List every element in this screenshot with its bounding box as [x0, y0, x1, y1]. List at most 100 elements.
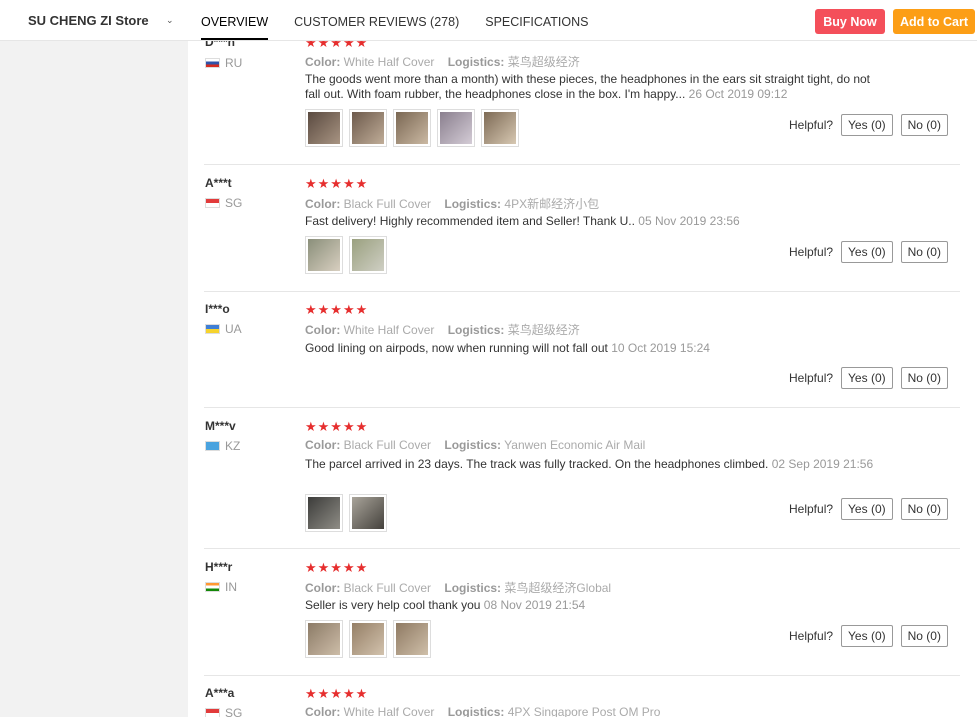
review-photo-thumbnail[interactable]: [349, 620, 387, 658]
helpful-yes-button[interactable]: Yes (0): [841, 498, 893, 520]
reviewer-country: SG: [205, 706, 242, 717]
chevron-down-icon[interactable]: ⌄: [166, 15, 174, 26]
review-photo-thumbnail[interactable]: [349, 236, 387, 274]
review-photo-thumbnail[interactable]: [305, 620, 343, 658]
review-text: Fast delivery! Highly recommended item a…: [305, 214, 880, 229]
store-name[interactable]: SU CHENG ZI Store: [28, 13, 149, 28]
left-sidebar-blank: [0, 41, 188, 717]
color-value: White Half Cover: [343, 705, 435, 717]
helpful-no-button[interactable]: No (0): [900, 241, 948, 263]
review-date: 05 Nov 2019 23:56: [638, 214, 740, 228]
reviewer-name: A***a: [205, 686, 235, 700]
tab-customer-reviews[interactable]: CUSTOMER REVIEWS (278): [294, 0, 459, 40]
flag-sg-icon: [205, 198, 220, 208]
review-divider: [204, 548, 960, 549]
helpful-votes: Helpful? Yes (0) No (0): [789, 114, 956, 136]
review-photo-thumbnail[interactable]: [481, 109, 519, 147]
review-body: Seller is very help cool thank you: [305, 598, 481, 612]
review-photos: [305, 620, 437, 658]
review-divider: [204, 164, 960, 165]
reviewer-name: A***t: [205, 176, 232, 190]
helpful-yes-button[interactable]: Yes (0): [841, 367, 893, 389]
color-value: Black Full Cover: [343, 197, 432, 211]
flag-in-icon: [205, 582, 220, 592]
helpful-no-button[interactable]: No (0): [900, 498, 948, 520]
review-photos: [305, 109, 525, 147]
review-photo-thumbnail[interactable]: [349, 494, 387, 532]
review-text: The goods went more than a month) with t…: [305, 72, 880, 102]
review-date: 26 Oct 2019 09:12: [688, 87, 788, 101]
helpful-yes-button[interactable]: Yes (0): [841, 114, 893, 136]
review-attributes: Color: Black Full Cover Logistics: 4PX新邮…: [305, 195, 599, 212]
review-photo-thumbnail[interactable]: [437, 109, 475, 147]
color-value: Black Full Cover: [343, 581, 432, 595]
review-photo-thumbnail[interactable]: [305, 494, 343, 532]
flag-ua-icon: [205, 324, 220, 334]
helpful-votes: Helpful? Yes (0) No (0): [789, 367, 956, 389]
helpful-yes-button[interactable]: Yes (0): [841, 241, 893, 263]
review-photos: [305, 494, 393, 532]
country-code: KZ: [225, 439, 241, 453]
review-attributes: Color: Black Full Cover Logistics: 菜鸟超级经…: [305, 579, 611, 596]
product-tabs: OVERVIEW CUSTOMER REVIEWS (278) SPECIFIC…: [201, 0, 615, 40]
country-code: RU: [225, 56, 243, 70]
add-to-cart-button[interactable]: Add to Cart: [893, 9, 975, 34]
country-code: SG: [225, 706, 243, 717]
tab-overview[interactable]: OVERVIEW: [201, 0, 269, 40]
country-code: SG: [225, 196, 243, 210]
review-photo-thumbnail[interactable]: [305, 109, 343, 147]
review-divider: [204, 291, 960, 292]
color-label: Color:: [305, 323, 341, 337]
reviewer-country: UA: [205, 322, 242, 336]
color-label: Color:: [305, 581, 341, 595]
country-code: IN: [225, 580, 237, 594]
color-label: Color:: [305, 55, 341, 69]
buy-now-button[interactable]: Buy Now: [815, 9, 885, 34]
review-text: Seller is very help cool thank you 08 No…: [305, 598, 880, 613]
reviewer-name: I***o: [205, 302, 230, 316]
star-rating: ★★★★★: [305, 686, 369, 701]
reviewer-name: M***v: [205, 419, 236, 433]
helpful-no-button[interactable]: No (0): [900, 625, 948, 647]
helpful-yes-button[interactable]: Yes (0): [841, 625, 893, 647]
star-rating: ★★★★★: [305, 560, 369, 575]
review-photo-thumbnail[interactable]: [393, 620, 431, 658]
star-rating: ★★★★★: [305, 176, 369, 191]
helpful-votes: Helpful? Yes (0) No (0): [789, 625, 956, 647]
helpful-no-button[interactable]: No (0): [900, 114, 948, 136]
logistics-value: 菜鸟超级经济: [507, 55, 580, 69]
review-divider: [204, 407, 960, 408]
star-rating: ★★★★★: [305, 419, 369, 434]
logistics-label: Logistics:: [444, 581, 502, 595]
reviewer-name: H***r: [205, 560, 233, 574]
review-photo-thumbnail[interactable]: [393, 109, 431, 147]
review-date: 08 Nov 2019 21:54: [483, 598, 586, 612]
flag-ru-icon: [205, 58, 220, 68]
color-value: White Half Cover: [343, 323, 435, 337]
review-attributes: Color: Black Full Cover Logistics: Yanwe…: [305, 438, 645, 452]
helpful-label: Helpful?: [789, 629, 834, 643]
review-body: Fast delivery! Highly recommended item a…: [305, 214, 635, 228]
helpful-no-button[interactable]: No (0): [900, 367, 948, 389]
logistics-value: 4PX Singapore Post OM Pro: [507, 705, 661, 717]
review-date: 02 Sep 2019 21:56: [771, 457, 874, 471]
reviewer-name: D***n: [205, 41, 236, 49]
review-photo-thumbnail[interactable]: [305, 236, 343, 274]
star-rating: ★★★★★: [305, 41, 369, 50]
review-date: 10 Oct 2019 15:24: [611, 341, 710, 355]
review-photos: [305, 236, 393, 274]
logistics-value: 4PX新邮经济小包: [504, 197, 600, 211]
top-navigation-bar: SU CHENG ZI Store ⌄ OVERVIEW CUSTOMER RE…: [0, 0, 977, 41]
logistics-label: Logistics:: [444, 438, 502, 452]
review-attributes: Color: White Half Cover Logistics: 4PX S…: [305, 705, 660, 717]
tab-specifications[interactable]: SPECIFICATIONS: [485, 0, 588, 40]
country-code: UA: [225, 322, 242, 336]
review-photo-thumbnail[interactable]: [349, 109, 387, 147]
review-text: The parcel arrived in 23 days. The track…: [305, 457, 880, 472]
store-selector[interactable]: SU CHENG ZI Store ⌄: [0, 0, 188, 40]
reviewer-country: RU: [205, 56, 242, 70]
reviewer-country: IN: [205, 580, 237, 594]
helpful-votes: Helpful? Yes (0) No (0): [789, 498, 956, 520]
flag-kz-icon: [205, 441, 220, 451]
review-body: The parcel arrived in 23 days. The track…: [305, 457, 769, 471]
